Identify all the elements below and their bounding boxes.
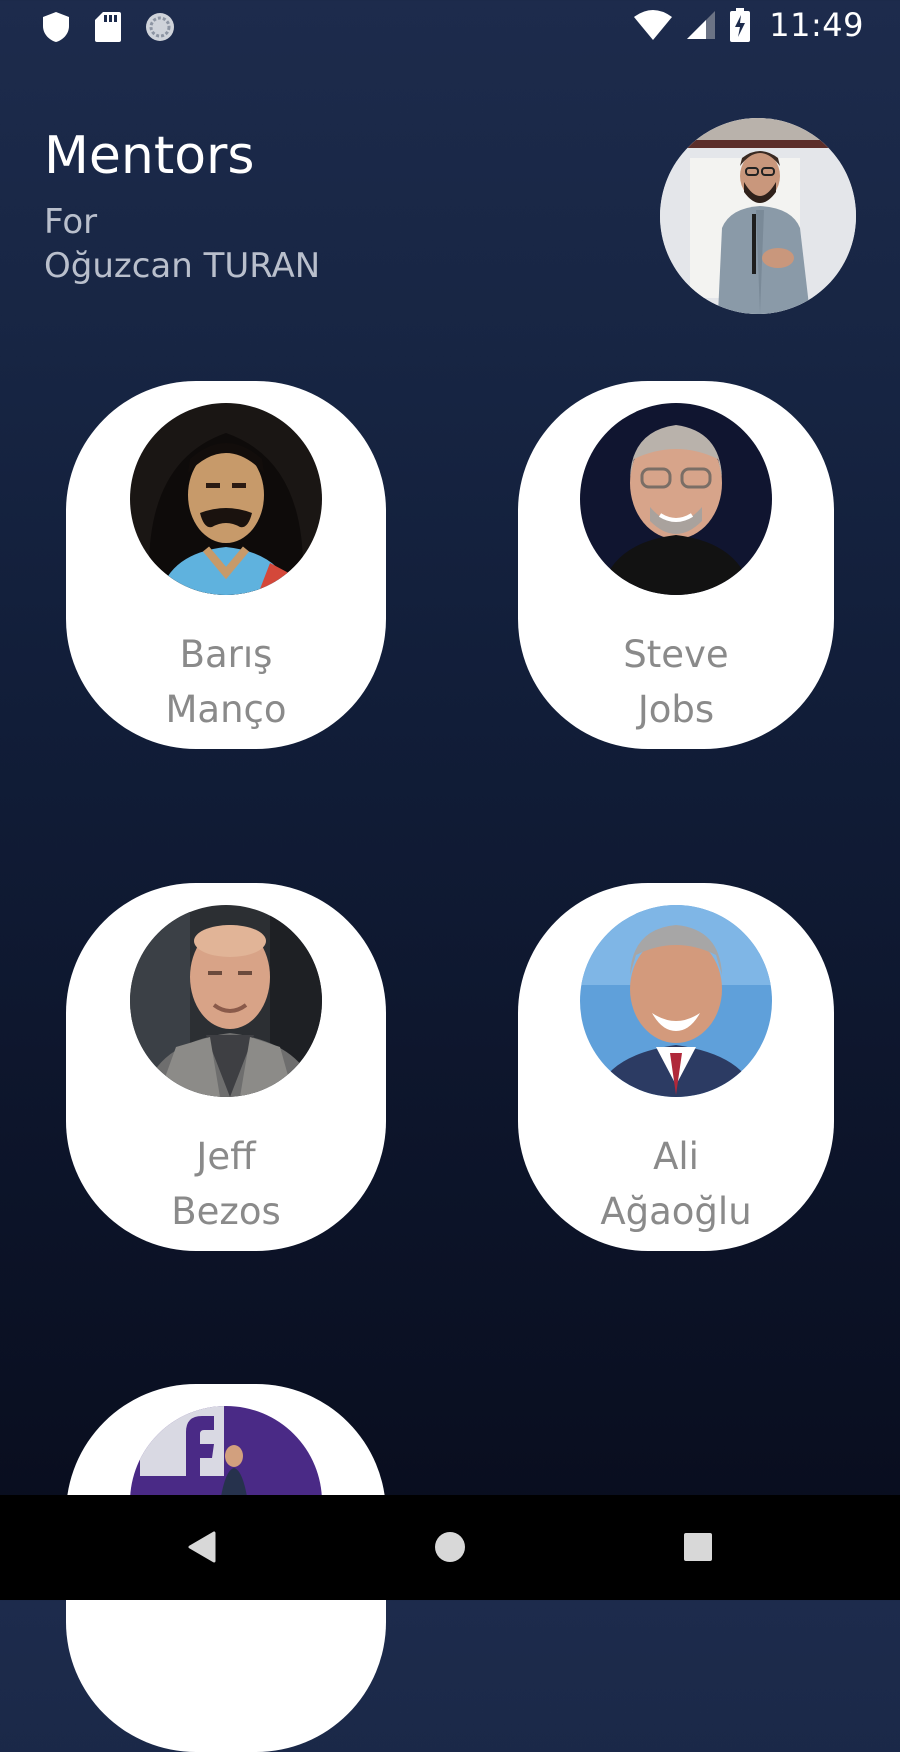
mentor-photo [130, 403, 322, 595]
page-title: Mentors [44, 126, 255, 186]
mentor-card[interactable]: Steve Jobs [518, 381, 834, 749]
recent-square-icon[interactable] [674, 1523, 722, 1571]
mentor-card[interactable]: Ali Ağaoğlu [518, 883, 834, 1251]
sync-icon [144, 10, 176, 44]
mentor-card[interactable]: Barış Manço [66, 381, 386, 749]
mentor-photo [580, 403, 772, 595]
mentor-last-name: Ağaoğlu [600, 1190, 752, 1233]
mentor-first-name: Steve [623, 633, 729, 676]
mentor-photo [130, 905, 322, 1097]
subtitle-user-name: Oğuzcan TURAN [44, 246, 321, 286]
mentor-last-name: Manço [165, 688, 287, 731]
user-avatar[interactable] [660, 118, 856, 314]
mentor-name: Barış Manço [66, 627, 386, 737]
mentor-first-name: Jeff [196, 1135, 256, 1178]
mentor-name: Ali Ağaoğlu [518, 1129, 834, 1239]
mentor-last-name: Jobs [637, 688, 715, 731]
subtitle-for: For [44, 202, 98, 242]
home-circle-icon[interactable] [426, 1523, 474, 1571]
mentor-name: Steve Jobs [518, 627, 834, 737]
mentor-first-name: Barış [179, 633, 273, 676]
battery-charging-icon [729, 8, 751, 42]
mentor-card[interactable]: Jeff Bezos [66, 883, 386, 1251]
mentor-first-name: Ali [653, 1135, 699, 1178]
cell-signal-icon [685, 8, 717, 42]
status-bar: 11:49 [0, 0, 900, 56]
clock: 11:49 [769, 6, 864, 44]
shield-icon [40, 10, 72, 44]
sd-card-icon [92, 10, 124, 44]
mentor-photo [580, 905, 772, 1097]
navigation-bar [0, 1495, 900, 1600]
page-subtitle: For Oğuzcan TURAN [44, 200, 320, 288]
mentor-name: Jeff Bezos [66, 1129, 386, 1239]
mentor-last-name: Bezos [171, 1190, 281, 1233]
wifi-icon [633, 8, 673, 42]
back-triangle-icon[interactable] [178, 1523, 226, 1571]
